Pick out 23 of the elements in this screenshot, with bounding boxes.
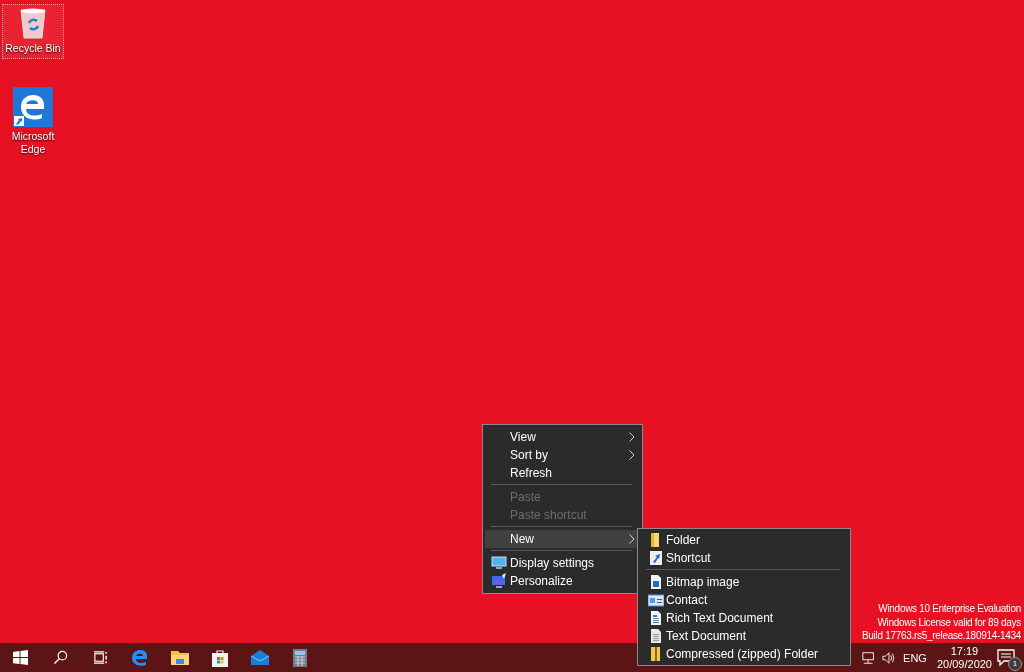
icon-label: Recycle Bin — [5, 42, 61, 55]
desktop-icon[interactable]: Recycle Bin — [2, 4, 64, 59]
clock[interactable]: 17:19 20/09/2020 — [936, 644, 992, 671]
menu-item[interactable]: Contact — [640, 591, 848, 609]
menu-item[interactable]: Sort by — [485, 446, 640, 464]
menu-item[interactable]: Bitmap image — [640, 573, 848, 591]
icon-label: Microsoft Edge — [10, 130, 56, 156]
menu-item[interactable]: Compressed (zipped) Folder — [640, 645, 848, 663]
menu-item[interactable]: New — [485, 530, 640, 548]
menu-item[interactable]: Rich Text Document — [640, 609, 848, 627]
menu-item[interactable]: View — [485, 428, 640, 446]
language-indicator[interactable]: ENG — [903, 651, 927, 664]
menu-item[interactable]: Refresh — [485, 464, 640, 482]
watermark-text: Build 17763.rs5_release.180914-1434 — [861, 629, 1021, 643]
menu-item[interactable]: Text Document — [640, 627, 848, 645]
menu-item[interactable]: Folder — [640, 531, 848, 549]
menu-item[interactable]: Shortcut — [640, 549, 848, 567]
desktop-icon[interactable]: Microsoft Edge — [2, 84, 64, 160]
menu-item[interactable]: Display settings — [485, 554, 640, 572]
notification-badge: 1 — [1008, 656, 1022, 671]
watermark-text: Windows License valid for 89 days — [877, 615, 1021, 629]
menu-item[interactable]: Personalize — [485, 572, 640, 590]
watermark-text: Windows 10 Enterprise Evaluation — [878, 602, 1021, 616]
